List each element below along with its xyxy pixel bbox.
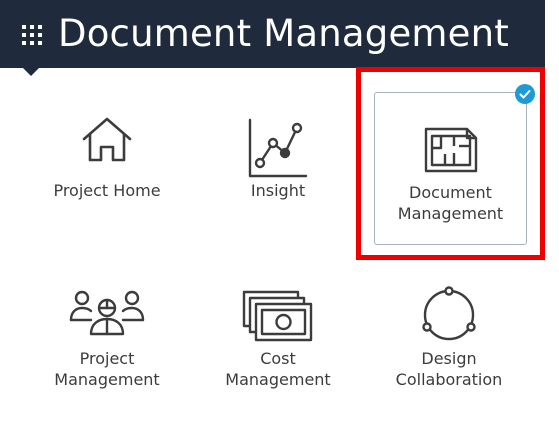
team-people-icon	[69, 290, 145, 336]
collaboration-circle-icon	[422, 286, 476, 341]
module-label-cost: Cost	[260, 349, 296, 368]
module-label-project-home: Project Home	[53, 181, 161, 200]
module-tile-design-collaboration[interactable]: Design Collaboration	[374, 270, 524, 420]
house-icon	[82, 117, 132, 162]
module-label-project: Project	[79, 349, 135, 368]
waffle-grid-icon[interactable]	[21, 24, 43, 46]
module-tile-project-home[interactable]: Project Home	[32, 96, 182, 246]
module-tile-insight[interactable]: Insight	[203, 96, 353, 246]
module-label-collaboration: Collaboration	[395, 370, 503, 389]
line-chart-icon	[248, 118, 308, 178]
app-header: Document Management	[0, 0, 545, 76]
banknotes-icon	[242, 290, 313, 342]
module-label-insight: Insight	[250, 181, 306, 200]
module-label-management-pm: Management	[54, 370, 160, 389]
module-label-design: Design	[421, 349, 477, 368]
module-tile-cost-management[interactable]: Cost Management	[203, 270, 353, 420]
app-title: Document Management	[58, 12, 509, 55]
module-label-management-cm: Management	[225, 370, 331, 389]
module-tile-project-management[interactable]: Project Management	[32, 270, 182, 420]
highlight-box	[356, 67, 545, 260]
menu-caret	[22, 67, 40, 76]
